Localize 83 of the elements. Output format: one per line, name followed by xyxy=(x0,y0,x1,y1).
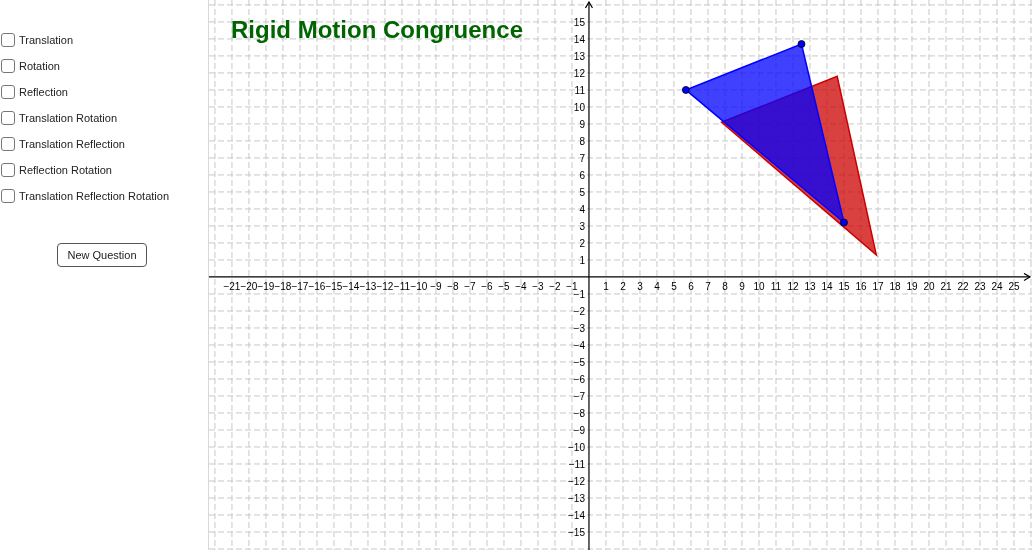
x-tick-label: 7 xyxy=(705,280,711,292)
x-tick-label: 18 xyxy=(889,280,901,292)
x-tick-label: 9 xyxy=(739,280,745,292)
x-tick-label: −7 xyxy=(464,280,476,292)
x-tick-label: 3 xyxy=(637,280,643,292)
y-tick-label: 8 xyxy=(579,135,585,147)
y-tick-label: 1 xyxy=(579,254,585,266)
y-tick-label: 2 xyxy=(579,237,585,249)
y-tick-label: 7 xyxy=(579,152,585,164)
x-tick-label: −9 xyxy=(430,280,442,292)
y-tick-label: −11 xyxy=(568,458,585,470)
y-tick-label: 5 xyxy=(579,186,585,198)
x-tick-label: 17 xyxy=(872,280,884,292)
x-tick-label: 15 xyxy=(838,280,850,292)
y-tick-label: −10 xyxy=(568,441,585,453)
x-tick-label: 10 xyxy=(753,280,765,292)
y-tick-label: −3 xyxy=(573,322,585,334)
x-tick-label: 11 xyxy=(770,280,782,292)
checkbox-label: Translation Reflection Rotation xyxy=(19,188,169,204)
x-tick-label: 4 xyxy=(654,280,660,292)
y-tick-label: −2 xyxy=(573,305,585,317)
x-tick-label: 13 xyxy=(804,280,816,292)
y-tick-label: 13 xyxy=(573,50,585,62)
y-tick-label: 9 xyxy=(579,118,585,130)
checkbox-label: Rotation xyxy=(19,58,60,74)
x-tick-label: −2 xyxy=(549,280,561,292)
x-tick-label: −14 xyxy=(342,280,360,292)
y-tick-label: −15 xyxy=(568,527,585,538)
x-tick-label: −21 xyxy=(223,280,241,292)
x-tick-label: −15 xyxy=(325,280,343,292)
x-tick-label: −13 xyxy=(359,280,377,292)
x-tick-label: 2 xyxy=(620,280,626,292)
y-tick-label: −12 xyxy=(568,475,585,487)
y-tick-label: 6 xyxy=(579,169,585,181)
x-tick-label: −17 xyxy=(291,280,309,292)
x-tick-label: −10 xyxy=(410,280,428,292)
x-tick-label: 1 xyxy=(603,280,609,292)
y-tick-label: −14 xyxy=(568,510,585,521)
checkbox-label: Translation Reflection xyxy=(19,136,125,152)
checkbox-label: Translation Rotation xyxy=(19,110,118,126)
x-tick-label: −1 xyxy=(566,280,578,292)
y-tick-label: −8 xyxy=(573,407,585,419)
x-tick-label: 5 xyxy=(671,280,677,292)
x-tick-label: −19 xyxy=(257,280,275,292)
y-tick-label: 14 xyxy=(573,33,585,45)
x-tick-label: 12 xyxy=(787,280,799,292)
x-tick-label: 8 xyxy=(722,280,728,292)
x-tick-label: 23 xyxy=(974,280,986,292)
y-tick-label: −13 xyxy=(568,493,585,504)
x-tick-label: −5 xyxy=(498,280,510,292)
y-tick-label: −9 xyxy=(573,424,585,436)
y-tick-label: −5 xyxy=(573,356,585,368)
checkbox-label: Translation xyxy=(19,32,73,48)
x-tick-label: −16 xyxy=(308,280,326,292)
x-tick-label: 22 xyxy=(957,280,969,292)
x-tick-label: 20 xyxy=(923,280,935,292)
y-tick-label: −7 xyxy=(573,390,585,402)
y-tick-label: 10 xyxy=(573,101,585,113)
x-tick-label: −3 xyxy=(532,280,544,292)
x-tick-label: −8 xyxy=(447,280,459,292)
x-tick-label: −20 xyxy=(240,280,258,292)
y-tick-label: 4 xyxy=(579,203,585,215)
x-tick-label: 6 xyxy=(688,280,694,292)
x-tick-label: 25 xyxy=(1008,280,1020,292)
x-tick-label: 19 xyxy=(906,280,918,292)
x-tick-label: 21 xyxy=(940,280,952,292)
y-tick-label: 3 xyxy=(579,220,585,232)
y-tick-label: −6 xyxy=(573,373,585,385)
x-tick-label: 14 xyxy=(821,280,833,292)
y-tick-label: 12 xyxy=(573,67,585,79)
graph-title: Rigid Motion Congruence xyxy=(231,15,523,45)
x-tick-label: −18 xyxy=(274,280,292,292)
x-tick-label: 24 xyxy=(991,280,1003,292)
x-tick-label: 16 xyxy=(855,280,867,292)
x-tick-label: −4 xyxy=(515,280,527,292)
y-tick-label: −4 xyxy=(573,339,585,351)
x-tick-label: −12 xyxy=(376,280,394,292)
checkbox-label: Reflection Rotation xyxy=(19,162,112,178)
checkbox-label: Reflection xyxy=(19,84,68,100)
x-tick-label: −11 xyxy=(393,280,411,292)
y-tick-label: 15 xyxy=(573,16,585,28)
y-tick-label: 11 xyxy=(574,84,585,96)
x-tick-label: −6 xyxy=(481,280,493,292)
